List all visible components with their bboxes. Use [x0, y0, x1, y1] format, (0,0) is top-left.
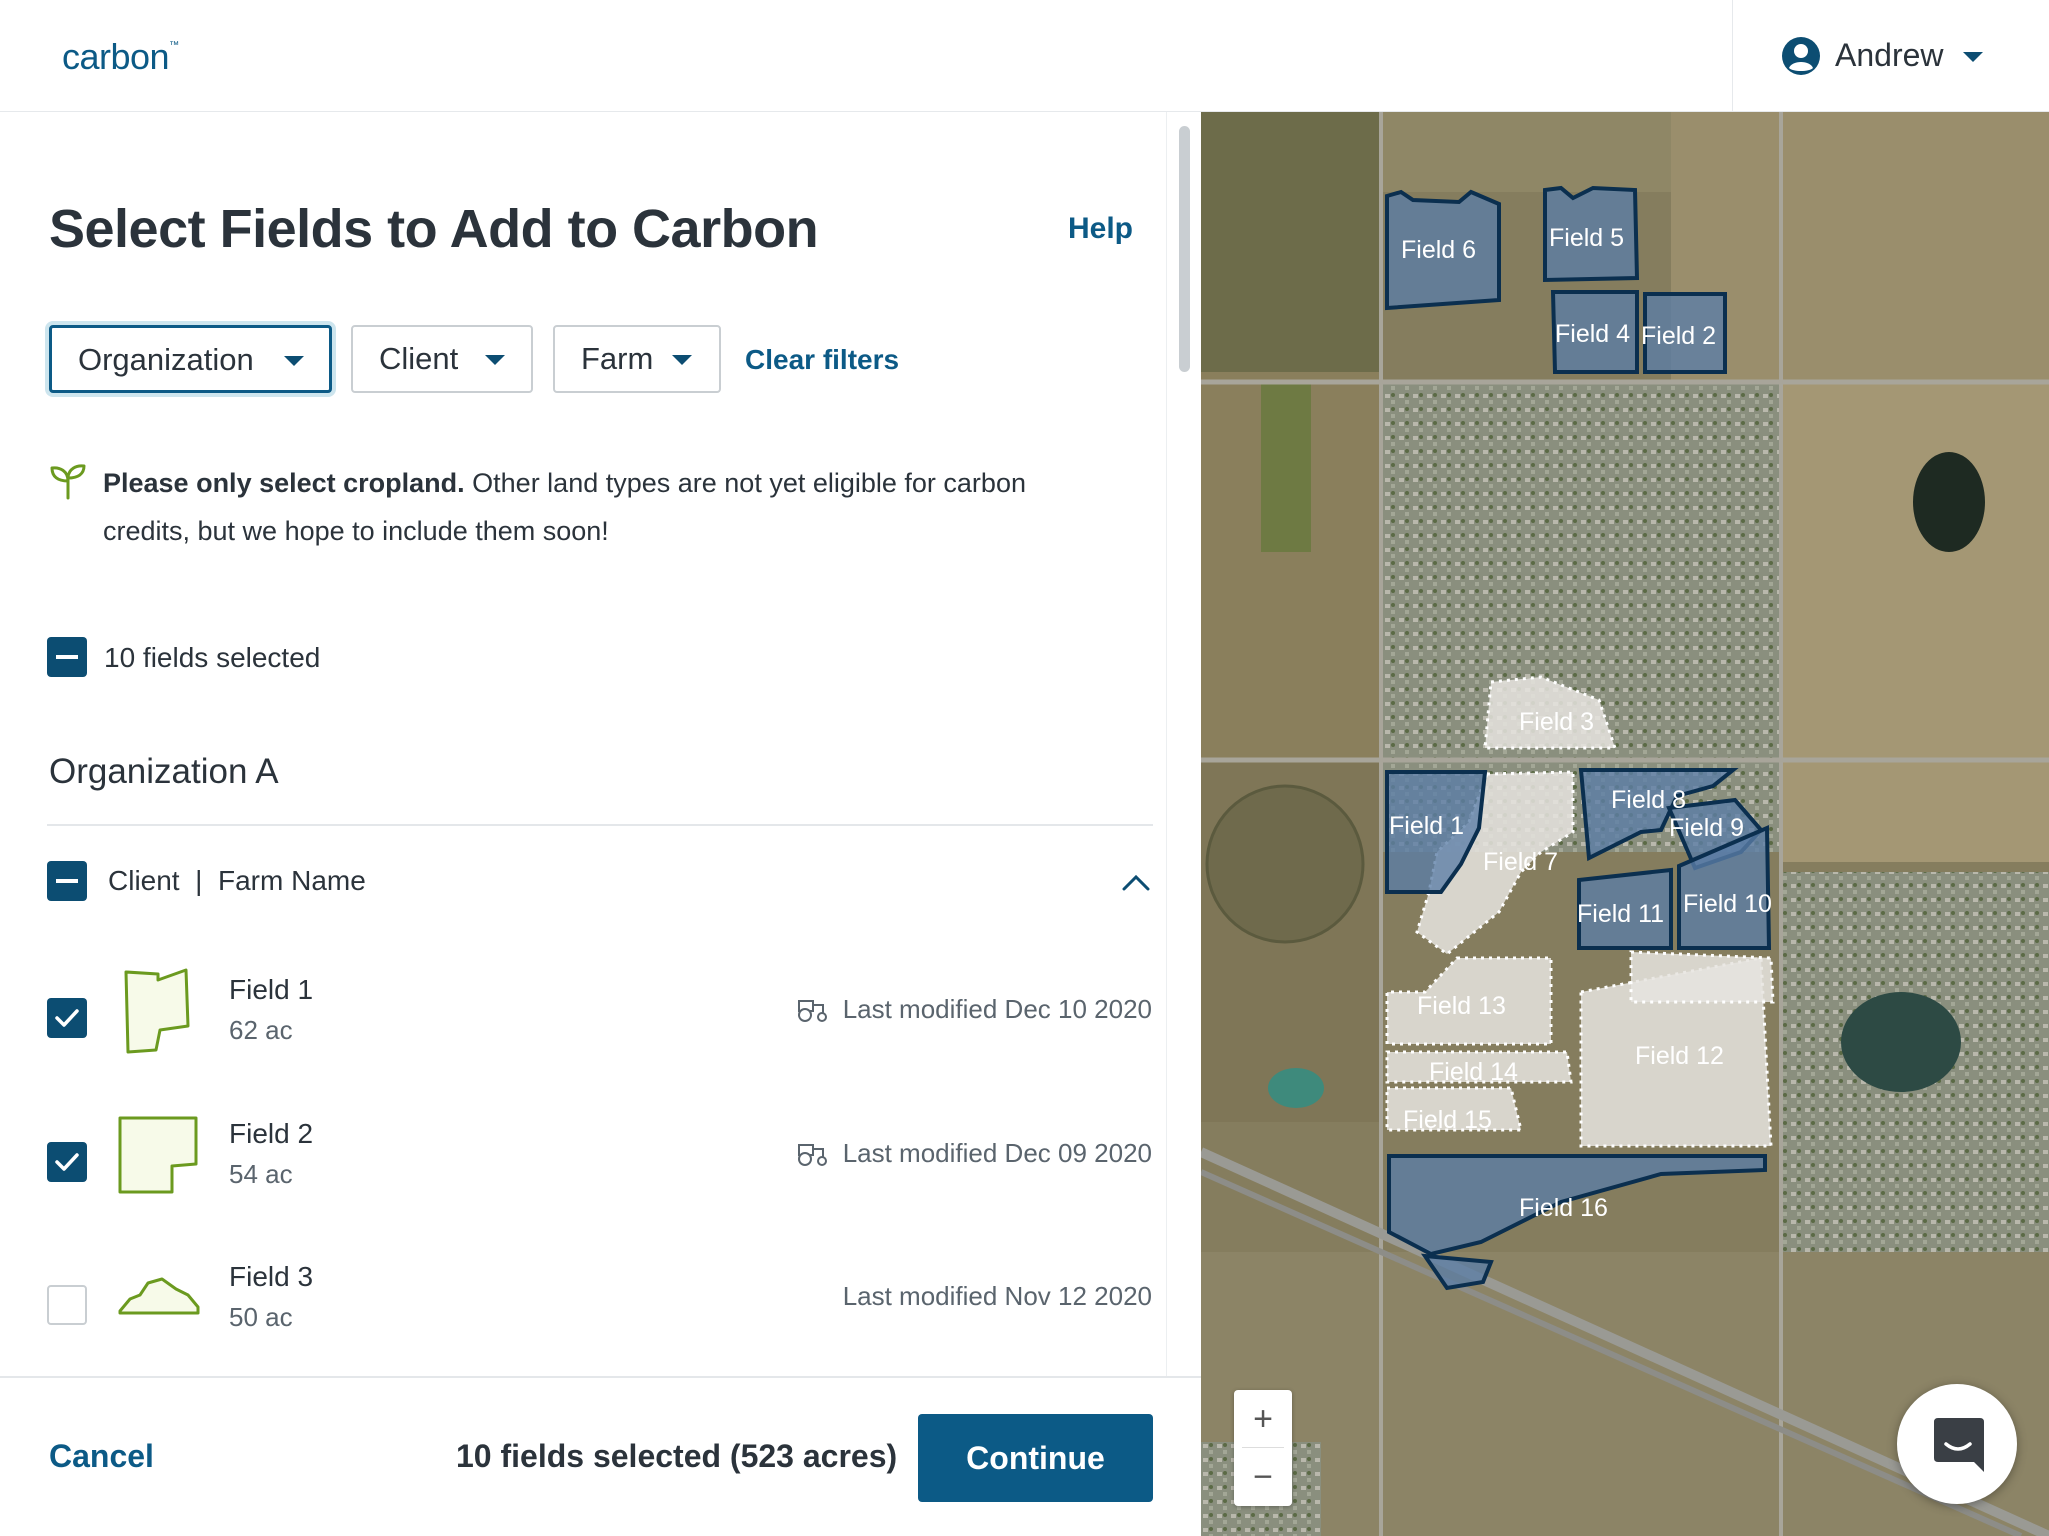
select-all-checkbox[interactable] [47, 637, 87, 677]
sprout-icon [50, 464, 86, 500]
chat-button[interactable] [1897, 1384, 2017, 1504]
group-separator: | [195, 865, 203, 896]
farm-filter-label: Farm [581, 341, 654, 376]
field-row-1[interactable]: Field 1 62 ac Last modified Dec 10 2020 [0, 968, 1160, 1108]
scroll-thumb[interactable] [1179, 126, 1190, 372]
farm-filter[interactable]: Farm [553, 325, 721, 393]
field-2-checkbox[interactable] [47, 1142, 87, 1182]
group-label: Client | Farm Name [108, 865, 366, 897]
map-label-field-10: Field 10 [1683, 890, 1772, 918]
top-bar: carbon™ Andrew [0, 0, 2049, 112]
notice-bold: Please only select cropland. [103, 468, 465, 498]
chevron-down-icon [1963, 52, 1983, 62]
chevron-down-icon [485, 355, 505, 365]
field-name: Field 3 [229, 1261, 314, 1292]
field-acres: 50 ac [229, 1302, 293, 1332]
organization-filter[interactable]: Organization [49, 325, 332, 393]
group-client-label: Client [108, 865, 180, 896]
field-row-3[interactable]: Field 3 50 ac Last modified Nov 12 2020 [0, 1255, 1160, 1376]
chevron-up-icon[interactable] [1121, 872, 1151, 892]
field-3-shape-icon [118, 1277, 200, 1315]
group-checkbox[interactable] [47, 861, 87, 901]
chat-icon [1934, 1418, 1984, 1472]
map-label-field-9: Field 9 [1669, 814, 1744, 842]
map-label-field-7: Field 7 [1483, 848, 1558, 876]
field-1-checkbox[interactable] [47, 998, 87, 1038]
help-link[interactable]: Help [1068, 212, 1133, 246]
field-1-shape-icon [124, 968, 190, 1054]
map-label-field-14: Field 14 [1429, 1058, 1518, 1086]
cancel-button[interactable]: Cancel [49, 1438, 154, 1475]
tractor-icon [797, 1144, 827, 1166]
chevron-down-icon [284, 356, 304, 366]
field-row-2[interactable]: Field 2 54 ac Last modified Dec 09 2020 [0, 1112, 1160, 1252]
client-filter[interactable]: Client [351, 325, 533, 393]
map-label-field-4: Field 4 [1555, 320, 1630, 348]
field-modified-text: Last modified Dec 09 2020 [842, 1138, 1152, 1168]
map-label-field-16: Field 16 [1519, 1194, 1608, 1222]
user-avatar-icon [1782, 37, 1820, 75]
bottom-action-bar: Cancel 10 fields selected (523 acres) Co… [0, 1376, 1201, 1536]
zoom-in-button[interactable]: + [1234, 1390, 1292, 1448]
zoom-control: + − [1234, 1390, 1292, 1506]
field-name: Field 1 [229, 974, 314, 1005]
organization-filter-label: Organization [78, 342, 254, 377]
field-3-checkbox[interactable] [47, 1285, 87, 1325]
map-label-field-1: Field 1 [1389, 812, 1464, 840]
field-acres: 54 ac [229, 1159, 293, 1189]
map-label-field-2: Field 2 [1641, 322, 1716, 350]
map-label-field-13: Field 13 [1417, 992, 1506, 1020]
clear-filters-link[interactable]: Clear filters [745, 344, 899, 376]
map-label-field-8: Field 8 [1611, 786, 1686, 814]
selected-count: 10 fields selected [104, 642, 321, 673]
field-modified-text: Last modified Dec 10 2020 [842, 994, 1152, 1024]
field-2-shape-icon [118, 1116, 198, 1194]
map-label-field-11: Field 11 [1577, 900, 1664, 928]
group-farm-label: Farm Name [218, 865, 366, 896]
map-label-field-15: Field 15 [1403, 1106, 1492, 1134]
cropland-notice: Please only select cropland. Other land … [103, 459, 1103, 555]
divider [47, 824, 1153, 826]
zoom-out-button[interactable]: − [1234, 1448, 1292, 1506]
field-last-modified: Last modified Dec 09 2020 [795, 1138, 1152, 1169]
field-last-modified: Last modified Dec 10 2020 [795, 994, 1152, 1025]
user-name: Andrew [1835, 37, 1944, 73]
field-acres: 62 ac [229, 1015, 293, 1045]
selection-summary: 10 fields selected (523 acres) [456, 1438, 898, 1474]
map-label-field-6: Field 6 [1401, 236, 1476, 264]
field-name: Field 2 [229, 1118, 314, 1149]
tractor-icon [797, 1000, 827, 1022]
satellite-map[interactable]: Field 6 Field 5 Field 4 Field 2 Field 3 … [1201, 112, 2049, 1536]
user-menu[interactable]: Andrew [1732, 0, 2049, 112]
map-label-field-3: Field 3 [1519, 708, 1594, 736]
chevron-down-icon [672, 355, 692, 365]
carbon-logo[interactable]: carbon™ [62, 36, 179, 78]
client-filter-label: Client [379, 341, 459, 376]
field-selection-panel: Select Fields to Add to Carbon Help Orga… [0, 112, 1201, 1376]
map-label-field-5: Field 5 [1549, 224, 1624, 252]
map-canvas[interactable]: Field 6 Field 5 Field 4 Field 2 Field 3 … [1201, 112, 2049, 1536]
panel-scrollbar[interactable] [1166, 112, 1201, 1376]
map-label-field-12: Field 12 [1635, 1042, 1724, 1070]
page-title: Select Fields to Add to Carbon [49, 199, 819, 259]
check-icon [55, 1153, 79, 1171]
field-last-modified: Last modified Nov 12 2020 [842, 1281, 1152, 1311]
check-icon [55, 1009, 79, 1027]
organization-heading: Organization A [49, 752, 279, 791]
continue-button[interactable]: Continue [918, 1414, 1153, 1502]
